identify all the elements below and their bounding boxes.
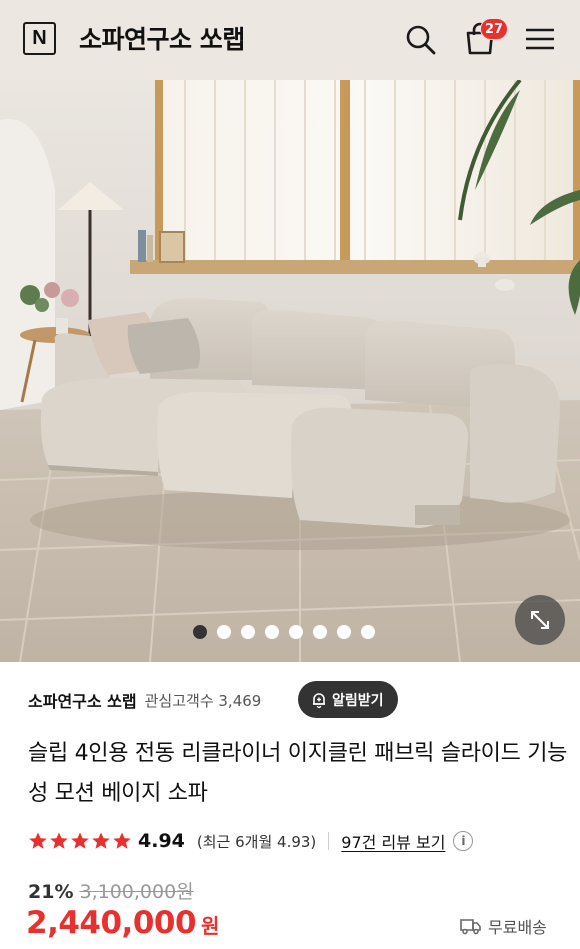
expand-icon <box>531 611 549 629</box>
alarm-label: 알림받기 <box>332 692 384 709</box>
cart-count-badge: 27 <box>480 18 509 40</box>
rating-row: 4.94 (최근 6개월 4.93) 97건 리뷰 보기 i <box>28 827 474 855</box>
store-title[interactable]: 소파연구소 쏘랩 <box>79 20 245 56</box>
carousel-dot[interactable] <box>241 625 255 639</box>
discount-rate: 21% <box>28 881 74 903</box>
interest-count: 관심고객수 3,469 <box>144 691 262 710</box>
sale-price: 2,440,000 <box>26 905 197 941</box>
currency-unit: 원 <box>201 914 220 938</box>
info-icon[interactable]: i <box>453 831 474 851</box>
carousel-pagination <box>0 625 580 639</box>
carousel-dot[interactable] <box>289 625 303 639</box>
menu-icon[interactable] <box>522 21 558 57</box>
rating-stars <box>28 831 132 851</box>
seller-name[interactable]: 소파연구소 쏘랩 <box>28 688 137 712</box>
product-title: 슬립 4인용 전동 리클라이너 이지클린 패브릭 슬라이드 기능성 모션 베이지… <box>28 741 568 806</box>
product-image-carousel[interactable] <box>0 80 580 662</box>
star-icon <box>92 832 110 849</box>
rating-score: 4.94 <box>138 830 185 852</box>
carousel-dot[interactable] <box>361 625 375 639</box>
price-row: 2,440,000 원 <box>26 905 219 941</box>
carousel-dot[interactable] <box>337 625 351 639</box>
carousel-dot[interactable] <box>193 625 207 639</box>
product-photo <box>0 80 580 662</box>
top-header: N 소파연구소 쏘랩 27 <box>0 0 580 80</box>
carousel-dot[interactable] <box>217 625 231 639</box>
shipping-info: 무료배송 <box>460 914 547 938</box>
store-row: 소파연구소 쏘랩 관심고객수 3,469 <box>28 682 261 718</box>
star-icon <box>113 832 131 849</box>
original-price: 3,100,000원 <box>79 881 194 903</box>
naver-logo[interactable]: N <box>23 22 56 55</box>
carousel-dot[interactable] <box>265 625 279 639</box>
notification-subscribe-button[interactable]: 알림받기 <box>298 681 398 718</box>
product-info: 소파연구소 쏘랩 관심고객수 3,469 알림받기 슬립 4인용 전동 리클라이… <box>0 662 580 949</box>
truck-icon <box>460 919 481 935</box>
review-link[interactable]: 97건 리뷰 보기 <box>341 829 445 853</box>
star-icon <box>29 832 47 849</box>
divider <box>328 832 330 850</box>
carousel-dot[interactable] <box>313 625 327 639</box>
bell-plus-icon <box>313 692 325 708</box>
expand-image-button[interactable] <box>515 595 565 645</box>
star-icon <box>71 832 89 849</box>
recent-rating: (최근 6개월 4.93) <box>196 832 317 851</box>
shipping-label: 무료배송 <box>488 918 547 937</box>
star-icon <box>50 832 68 849</box>
discount-row: 21% 3,100,000원 <box>28 877 194 904</box>
search-icon[interactable] <box>402 21 438 57</box>
